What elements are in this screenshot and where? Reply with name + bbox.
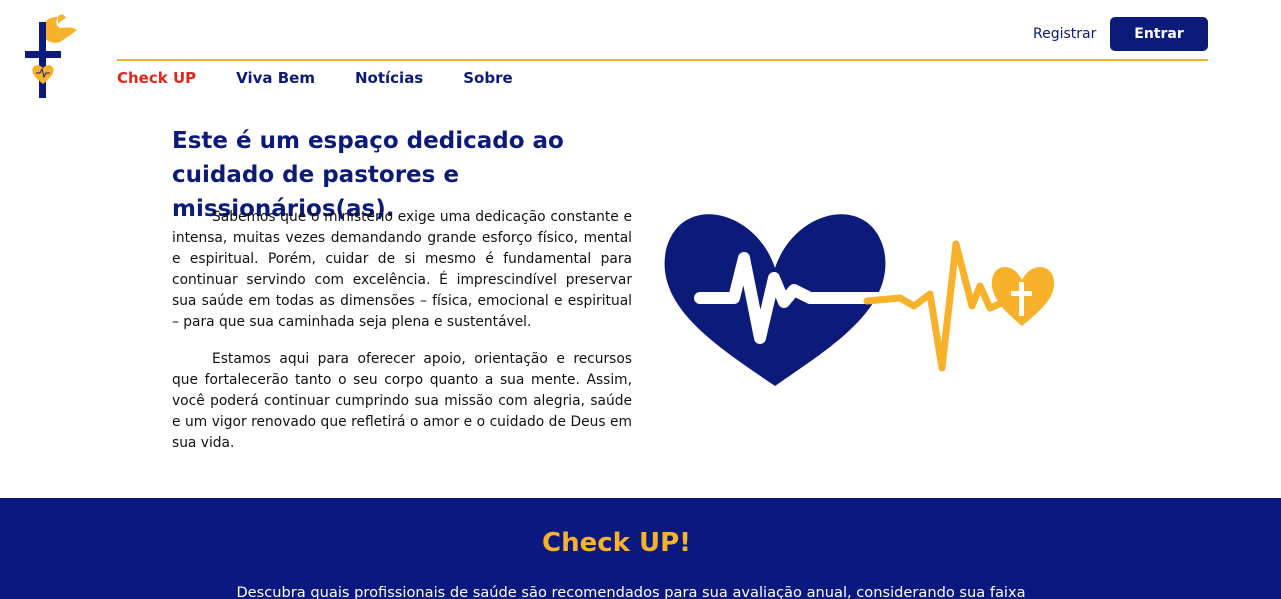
checkup-description: Descubra quais profissionais de saúde sã…: [236, 584, 1026, 599]
login-button[interactable]: Entrar: [1110, 17, 1208, 51]
checkup-title: Check UP!: [541, 528, 691, 558]
cross-dove-heart-logo-icon[interactable]: [22, 14, 80, 100]
main-nav: Check UP Viva Bem Notícias Sobre: [117, 69, 553, 87]
nav-item-sobre[interactable]: Sobre: [463, 69, 512, 87]
header-divider: [117, 59, 1208, 61]
intro-text: Sabemos que o ministério exige uma dedic…: [172, 207, 632, 470]
nav-item-viva-bem[interactable]: Viva Bem: [236, 69, 315, 87]
register-link[interactable]: Registrar: [1033, 26, 1096, 42]
nav-item-noticias[interactable]: Notícias: [355, 69, 423, 87]
nav-item-check-up[interactable]: Check UP: [117, 69, 196, 87]
intro-paragraph: Sabemos que o ministério exige uma dedic…: [172, 209, 632, 330]
heartbeat-heart-cross-icon: [664, 214, 1055, 386]
checkup-section: Check UP! Descubra quais profissionais d…: [0, 498, 1281, 599]
intro-paragraph: Estamos aqui para oferecer apoio, orient…: [172, 351, 632, 451]
page: Registrar Entrar Check UP Viva Bem Notíc…: [0, 0, 1281, 599]
